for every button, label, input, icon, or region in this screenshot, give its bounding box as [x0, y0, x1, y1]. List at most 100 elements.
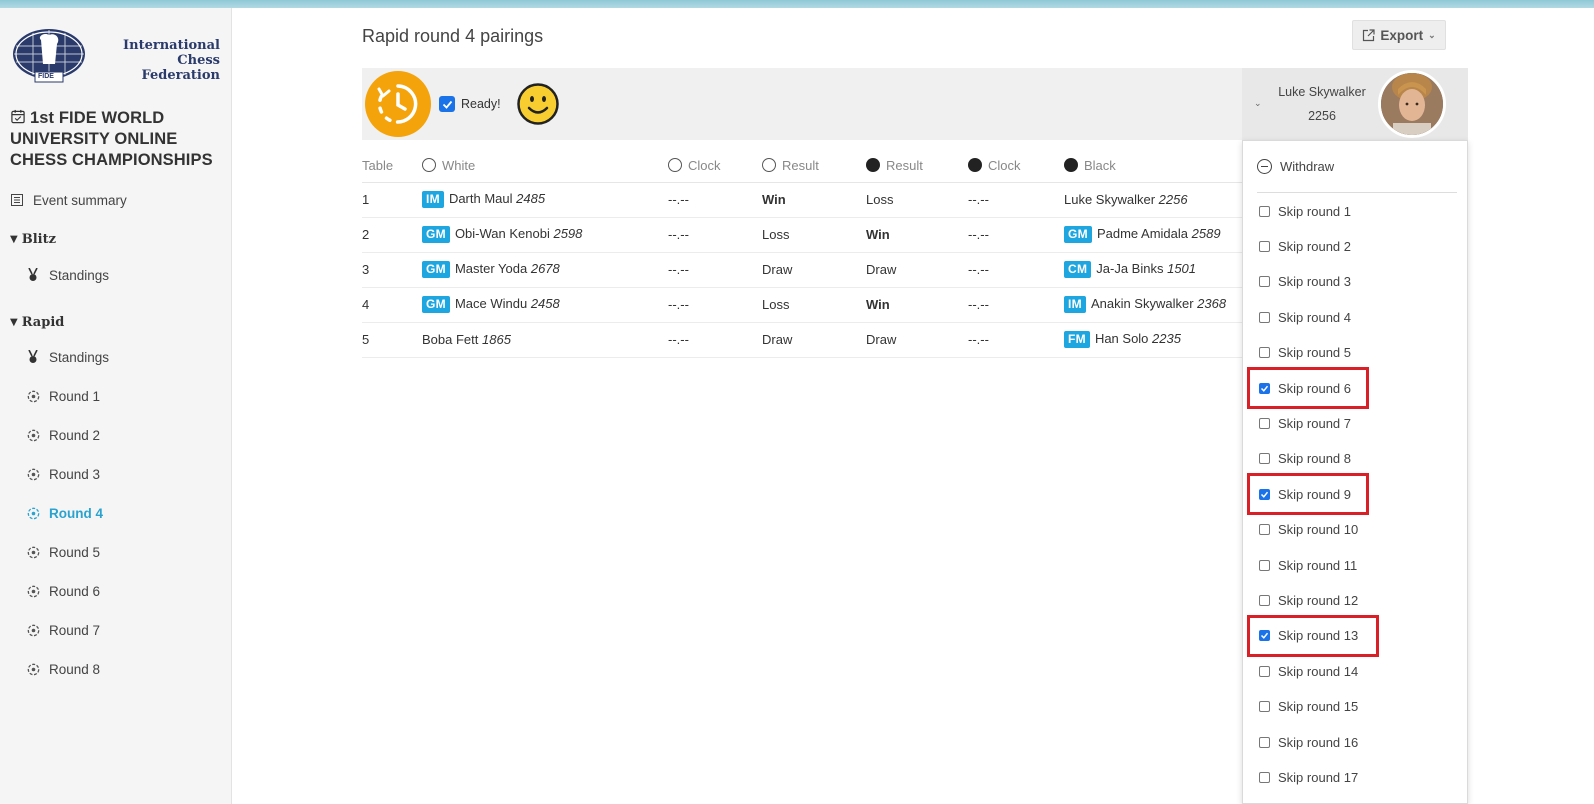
- withdraw-button[interactable]: Withdraw: [1257, 155, 1457, 193]
- skip-round-checkbox-10[interactable]: Skip round 10: [1259, 520, 1358, 540]
- checkbox-unchecked-icon: [1259, 524, 1270, 536]
- white-player[interactable]: GM Mace Windu 2458: [422, 287, 668, 323]
- white-result: Draw: [762, 322, 866, 358]
- skip-round-checkbox-7[interactable]: Skip round 7: [1259, 413, 1351, 433]
- white-player-name: Master Yoda: [454, 261, 528, 276]
- round-icon: [26, 389, 40, 403]
- checkbox-checked-icon: [439, 96, 455, 112]
- skip-round-checkbox-1[interactable]: Skip round 1: [1259, 201, 1351, 221]
- black-player[interactable]: FM Han Solo 2235: [1064, 322, 1242, 358]
- table-number: 4: [362, 287, 422, 323]
- sidebar-item-round-1[interactable]: Round 1: [26, 386, 100, 406]
- table-row[interactable]: 1 IM Darth Maul 2485 --.-- Win Loss --.--…: [362, 182, 1242, 218]
- export-button[interactable]: Export ⌄: [1352, 20, 1446, 50]
- sidebar-item-event-summary[interactable]: Event summary: [10, 190, 127, 210]
- skip-round-label: Skip round 8: [1278, 451, 1351, 467]
- sidebar-item-label: Round 7: [49, 622, 101, 638]
- sidebar-item-round-8[interactable]: Round 8: [26, 659, 100, 679]
- table-row[interactable]: 2 GM Obi-Wan Kenobi 2598 --.-- Loss Win -…: [362, 217, 1242, 253]
- black-player[interactable]: CM Ja-Ja Binks 1501: [1064, 252, 1242, 288]
- white-player-rating: 2458: [530, 296, 560, 311]
- skip-round-checkbox-16[interactable]: Skip round 16: [1259, 732, 1358, 752]
- skip-round-checkbox-15[interactable]: Skip round 15: [1259, 697, 1358, 717]
- black-result: Win: [866, 287, 968, 323]
- sidebar-item-round-6[interactable]: Round 6: [26, 581, 100, 601]
- skip-round-checkbox-14[interactable]: Skip round 14: [1259, 661, 1358, 681]
- black-player[interactable]: IM Anakin Skywalker 2368: [1064, 287, 1242, 323]
- skip-round-checkbox-9[interactable]: Skip round 9: [1259, 484, 1351, 504]
- checkbox-checked-icon: [1259, 630, 1270, 642]
- sidebar-section-label: Blitz: [21, 231, 56, 247]
- fide-logo[interactable]: FIDE International Chess Federation: [11, 26, 223, 86]
- sidebar-section-blitz[interactable]: ▼ Blitz: [10, 229, 56, 249]
- sidebar-item-blitz-standings[interactable]: Standings: [26, 265, 109, 285]
- sidebar-item-round-7[interactable]: Round 7: [26, 620, 100, 640]
- skip-round-label: Skip round 3: [1278, 274, 1351, 290]
- col-header-black[interactable]: Black: [1064, 150, 1242, 183]
- event-title[interactable]: 1st FIDE WORLD UNIVERSITY ONLINE CHESS C…: [10, 108, 225, 171]
- skip-round-checkbox-8[interactable]: Skip round 8: [1259, 449, 1351, 469]
- table-row[interactable]: 5 Boba Fett 1865 --.-- Draw Draw --.-- F…: [362, 322, 1242, 358]
- sidebar-item-rapid-standings[interactable]: Standings: [26, 347, 109, 367]
- sidebar-item-round-2[interactable]: Round 2: [26, 425, 100, 445]
- col-header-table: Table: [362, 150, 422, 183]
- col-header-white-result[interactable]: Result: [762, 150, 866, 183]
- checkbox-unchecked-icon: [1259, 559, 1270, 571]
- skip-round-label: Skip round 15: [1278, 699, 1359, 715]
- skip-round-checkbox-5[interactable]: Skip round 5: [1259, 343, 1351, 363]
- avatar: [1378, 70, 1446, 138]
- col-header-label: White: [442, 158, 476, 174]
- skip-round-label: Skip round 10: [1278, 522, 1359, 538]
- round-icon: [26, 467, 40, 481]
- white-player[interactable]: Boba Fett 1865: [422, 322, 668, 358]
- black-result: Win: [866, 217, 968, 253]
- black-result: Draw: [866, 252, 968, 288]
- triangle-down-icon: ▼: [10, 316, 18, 328]
- sidebar-item-round-5[interactable]: Round 5: [26, 542, 100, 562]
- black-player-rating: 2589: [1191, 226, 1221, 241]
- skip-round-checkbox-12[interactable]: Skip round 12: [1259, 590, 1358, 610]
- skip-round-checkbox-4[interactable]: Skip round 4: [1259, 307, 1351, 327]
- skip-round-checkbox-11[interactable]: Skip round 11: [1259, 555, 1357, 575]
- white-title-badge: GM: [422, 261, 450, 278]
- white-player[interactable]: IM Darth Maul 2485: [422, 182, 668, 218]
- white-player[interactable]: GM Master Yoda 2678: [422, 252, 668, 288]
- black-player[interactable]: GM Padme Amidala 2589: [1064, 217, 1242, 253]
- table-row[interactable]: 4 GM Mace Windu 2458 --.-- Loss Win --.--…: [362, 287, 1242, 323]
- event-title-text: 1st FIDE WORLD UNIVERSITY ONLINE CHESS C…: [10, 109, 213, 169]
- sidebar-item-round-3[interactable]: Round 3: [26, 464, 100, 484]
- skip-round-checkbox-2[interactable]: Skip round 2: [1259, 236, 1351, 256]
- col-header-black-clock[interactable]: Clock: [968, 150, 1064, 183]
- skip-round-label: Skip round 1: [1278, 203, 1351, 219]
- white-piece-icon: [762, 158, 776, 173]
- pairings-table: Table White Clock Result Result Clock Bl…: [362, 150, 1242, 358]
- skip-round-checkbox-3[interactable]: Skip round 3: [1259, 272, 1351, 292]
- checkbox-unchecked-icon: [1259, 665, 1270, 677]
- sidebar-item-label: Round 2: [49, 427, 101, 443]
- sidebar-item-label: Standings: [49, 349, 110, 365]
- checkbox-unchecked-icon: [1259, 276, 1270, 288]
- black-title-badge: CM: [1064, 261, 1092, 278]
- clock-icon[interactable]: [365, 71, 431, 137]
- black-piece-icon: [866, 158, 880, 173]
- skip-round-label: Skip round 12: [1278, 592, 1359, 608]
- col-header-black-result[interactable]: Result: [866, 150, 968, 183]
- black-piece-icon: [1064, 158, 1078, 173]
- sidebar-section-rapid[interactable]: ▼ Rapid: [10, 312, 64, 332]
- round-icon: [26, 506, 40, 520]
- white-player[interactable]: GM Obi-Wan Kenobi 2598: [422, 217, 668, 253]
- black-result: Loss: [866, 182, 968, 218]
- black-player[interactable]: Luke Skywalker 2256: [1064, 182, 1242, 218]
- col-header-white-clock[interactable]: Clock: [668, 150, 762, 183]
- ready-checkbox[interactable]: Ready!: [439, 96, 501, 112]
- medal-icon: [26, 350, 40, 364]
- skip-round-checkbox-6[interactable]: Skip round 6: [1259, 378, 1351, 398]
- sidebar-item-round-4[interactable]: Round 4: [26, 503, 103, 523]
- white-title-badge: IM: [422, 191, 444, 208]
- player-name: Luke Skywalker: [1278, 85, 1366, 99]
- col-header-white[interactable]: White: [422, 150, 668, 183]
- table-row[interactable]: 3 GM Master Yoda 2678 --.-- Draw Draw --.…: [362, 252, 1242, 288]
- skip-round-checkbox-17[interactable]: Skip round 17: [1259, 767, 1358, 787]
- player-menu-toggle[interactable]: ⌄ Luke Skywalker 2256: [1242, 68, 1468, 140]
- skip-round-checkbox-13[interactable]: Skip round 13: [1259, 626, 1358, 646]
